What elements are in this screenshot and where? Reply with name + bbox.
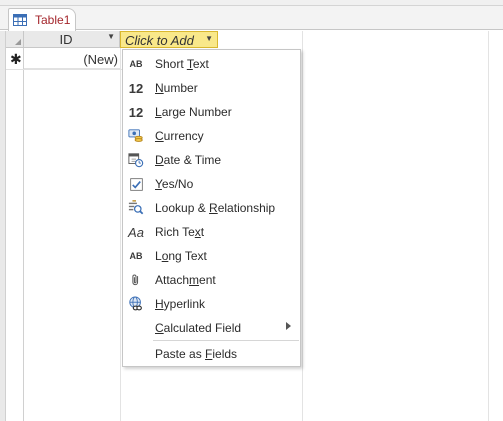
row-divider <box>6 69 124 70</box>
dropdown-arrow-icon[interactable]: ▼ <box>107 32 115 41</box>
field-type-menu: AB Short Text 12 Number 12 Large Number Curren… <box>122 49 301 367</box>
menu-item-date-time[interactable]: Date & Time <box>123 148 300 172</box>
tab-table1[interactable]: Table1 <box>8 8 76 31</box>
ab-text-icon: AB <box>129 59 143 69</box>
menu-item-label: Long Text <box>155 249 207 263</box>
menu-item-label: Lookup & Relationship <box>155 201 276 215</box>
menu-item-label: Paste as Fields <box>155 347 238 361</box>
menu-item-label: Attachment <box>155 273 216 287</box>
submenu-arrow-icon <box>286 322 291 330</box>
menu-item-label: Short Text <box>155 57 209 71</box>
long-text-icon: AB <box>129 251 143 261</box>
dropdown-arrow-icon[interactable]: ▼ <box>205 34 213 43</box>
checkbox-icon <box>127 175 145 193</box>
menu-item-currency[interactable]: Currency <box>123 124 300 148</box>
select-all-corner[interactable] <box>6 31 24 48</box>
menu-item-long-text[interactable]: AB Long Text <box>123 244 300 268</box>
column-divider <box>302 31 303 421</box>
document-tab-bar: Table1 <box>0 6 503 31</box>
large-number-icon: 12 <box>128 104 144 120</box>
menu-item-rich-text[interactable]: Aa Rich Text <box>123 220 300 244</box>
click-to-add-label: Click to Add <box>125 33 194 48</box>
menu-item-number[interactable]: 12 Number <box>123 76 300 100</box>
calendar-clock-icon <box>127 151 145 169</box>
menu-item-label: Calculated Field <box>155 321 242 335</box>
hyperlink-icon <box>127 295 145 313</box>
record-selector-column <box>6 31 24 421</box>
menu-item-paste-as-fields[interactable]: Paste as Fields <box>123 342 300 366</box>
menu-item-label: Large Number <box>155 105 232 119</box>
click-to-add-header[interactable]: Click to Add ▼ <box>120 31 218 48</box>
currency-icon <box>127 127 145 145</box>
menu-item-label: Number <box>155 81 198 95</box>
tab-label: Table1 <box>35 13 71 27</box>
number-icon: 12 <box>128 80 144 96</box>
rich-text-icon: Aa <box>128 224 144 240</box>
table-icon <box>13 14 27 26</box>
menu-item-label: Hyperlink <box>155 297 206 311</box>
menu-item-attachment[interactable]: Attachment <box>123 268 300 292</box>
id-column-header[interactable]: ID ▼ <box>24 31 120 48</box>
id-header-label: ID <box>59 32 73 47</box>
column-divider <box>120 31 121 421</box>
column-divider <box>488 31 489 421</box>
lookup-icon <box>127 199 145 217</box>
menu-item-short-text[interactable]: AB Short Text <box>123 52 300 76</box>
access-window: Table1 ID ▼ Click to Add ▼ ✱ (New) AB Sho… <box>0 0 503 421</box>
menu-item-label: Date & Time <box>155 153 222 167</box>
menu-item-label: Yes/No <box>155 177 194 191</box>
menu-item-calculated-field[interactable]: Calculated Field <box>123 316 300 340</box>
menu-item-yes-no[interactable]: Yes/No <box>123 172 300 196</box>
menu-item-large-number[interactable]: 12 Large Number <box>123 100 300 124</box>
menu-separator <box>153 340 299 341</box>
menu-item-hyperlink[interactable]: Hyperlink <box>123 292 300 316</box>
menu-item-label: Currency <box>155 129 204 143</box>
menu-item-lookup-relationship[interactable]: Lookup & Relationship <box>123 196 300 220</box>
new-record-value: (New) <box>83 52 118 67</box>
new-record-id-cell[interactable]: (New) <box>24 49 120 69</box>
paperclip-icon <box>127 271 145 289</box>
menu-item-label: Rich Text <box>155 225 205 239</box>
new-record-icon[interactable]: ✱ <box>10 51 22 67</box>
